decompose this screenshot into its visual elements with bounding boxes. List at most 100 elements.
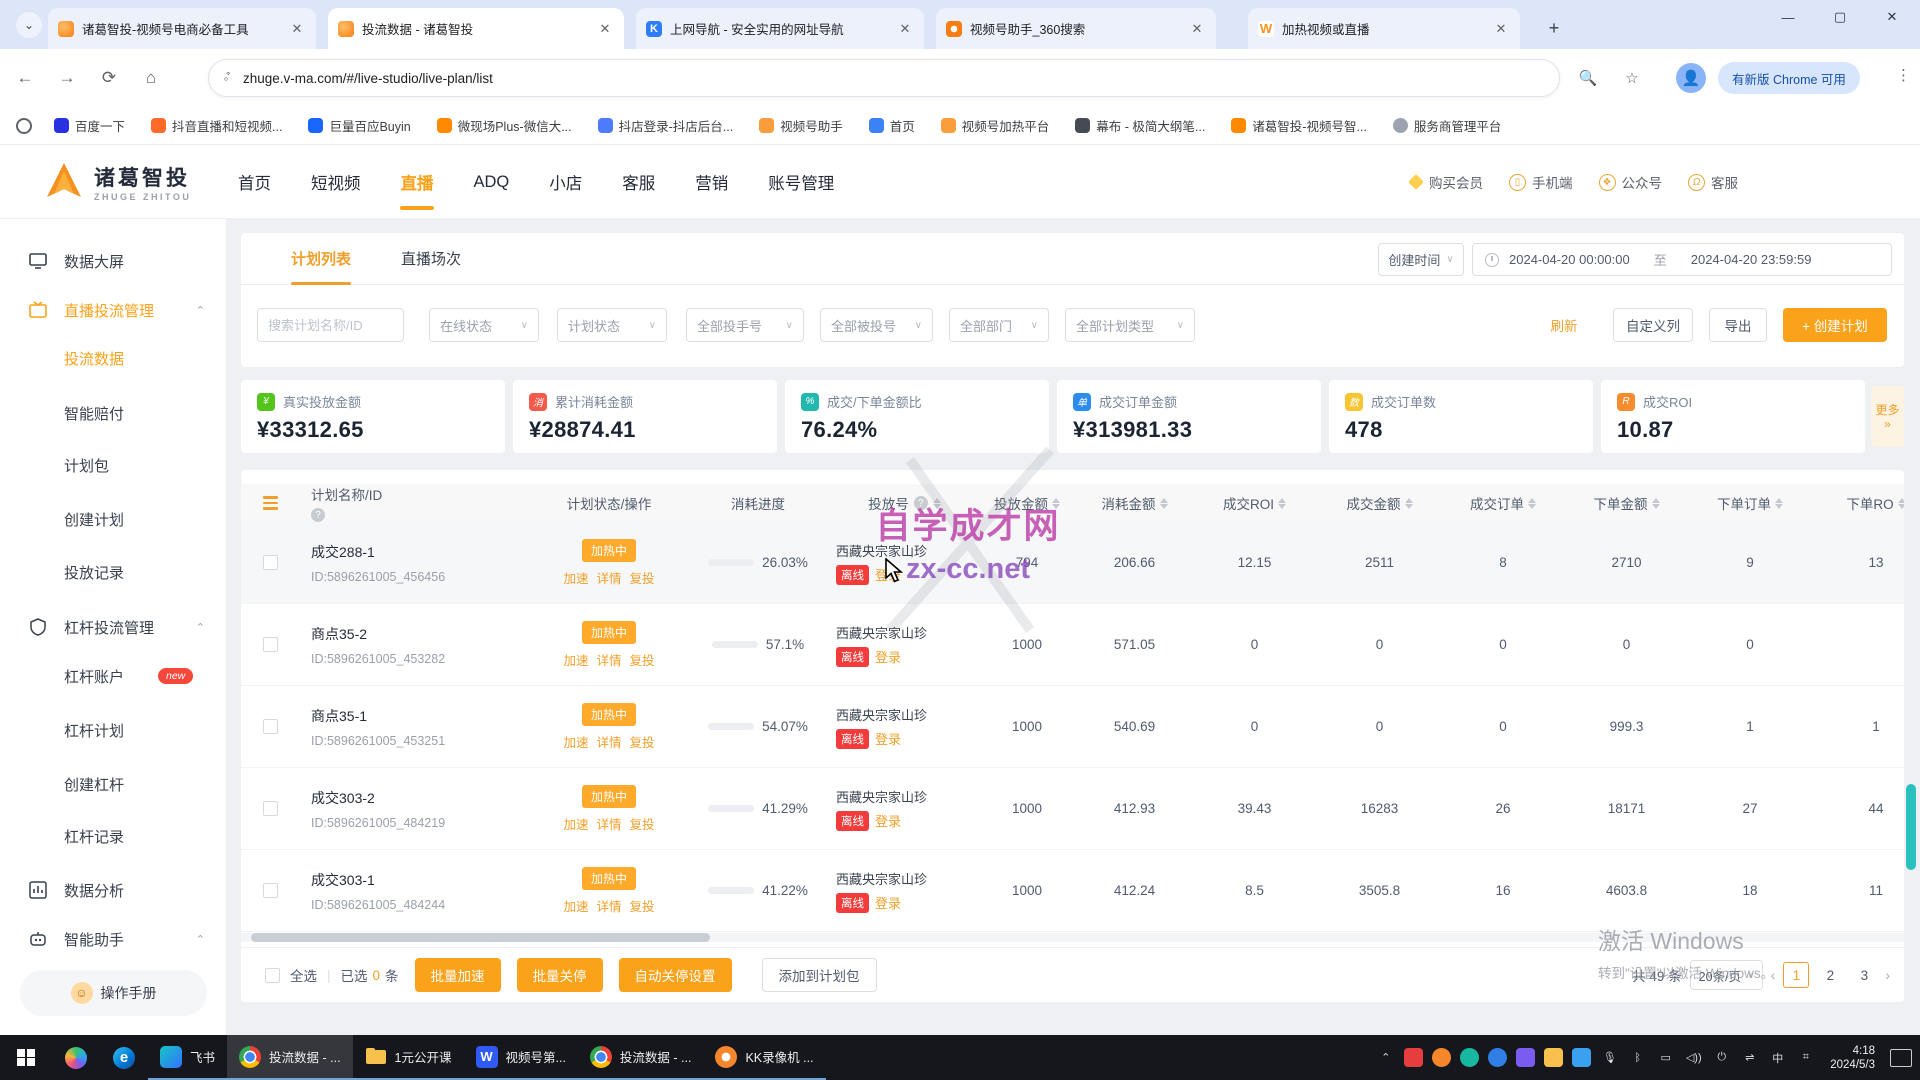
tray-app-orange-icon[interactable] [1432, 1048, 1451, 1067]
browser-tab-5[interactable]: W 加热视频或直播 ✕ [1248, 8, 1520, 49]
row-checkbox[interactable] [263, 883, 278, 898]
detail-link[interactable]: 详情 [596, 568, 621, 587]
col-cost[interactable]: 消耗金额 [1077, 493, 1192, 513]
page-1-button[interactable]: 1 [1783, 962, 1809, 988]
detail-link[interactable]: 详情 [596, 732, 621, 751]
tab-close-icon[interactable]: ✕ [896, 20, 914, 38]
accelerate-link[interactable]: 加速 [563, 814, 588, 833]
table-row[interactable]: 成交303-2ID:5896261005_484219 加热中加速详情复投 41… [241, 768, 1904, 850]
department-select[interactable]: 全部部门∨ [949, 308, 1049, 342]
horizontal-scrollbar-thumb[interactable] [251, 933, 710, 942]
table-row[interactable]: 商点35-1ID:5896261005_453251 加热中加速详情复投 54.… [241, 686, 1904, 768]
nav-service[interactable]: 客服 [620, 146, 657, 218]
chevron-up-icon[interactable]: ⌃ [196, 621, 205, 634]
add-to-package-button[interactable]: 添加到计划包 [762, 958, 877, 992]
sidebar-item-smart-compensation[interactable]: 智能赔付 [0, 393, 227, 433]
sidebar-group-smart-assistant[interactable]: 智能助手⌃ [0, 919, 227, 959]
taskbar-app-edge[interactable]: e [100, 1035, 148, 1080]
accelerate-link[interactable]: 加速 [563, 896, 588, 915]
home-icon[interactable]: ⌂ [134, 61, 168, 95]
col-plan-name[interactable]: 计划名称/ID? [299, 484, 534, 522]
nav-short-video[interactable]: 短视频 [309, 146, 363, 218]
batch-stop-button[interactable]: 批量关停 [517, 958, 603, 992]
table-row[interactable]: 商点35-2ID:5896261005_453282 加热中加速详情复投 57.… [241, 604, 1904, 686]
row-checkbox[interactable] [263, 719, 278, 734]
sidebar-item-data-analysis[interactable]: 数据分析 [0, 870, 227, 910]
export-button[interactable]: 导出 [1709, 308, 1767, 342]
tray-app-purple-icon[interactable] [1516, 1048, 1535, 1067]
select-all-label[interactable]: 全选 [290, 965, 317, 985]
notification-center-icon[interactable] [1890, 1049, 1912, 1067]
plan-status-select[interactable]: 计划状态∨ [557, 308, 667, 342]
taskbar-clock[interactable]: 4:18 2024/5/3 [1830, 1044, 1875, 1072]
window-close-button[interactable]: ✕ [1868, 0, 1916, 34]
sidebar-item-leverage-plan[interactable]: 杠杆计划 [0, 710, 227, 750]
login-link[interactable]: 登录 [875, 811, 901, 830]
re-invest-link[interactable]: 复投 [630, 568, 655, 587]
network-icon[interactable]: ⏻ [1712, 1048, 1731, 1067]
taskbar-window-flow-data-2[interactable]: 投流数据 - ... [578, 1035, 704, 1080]
tab-close-icon[interactable]: ✕ [596, 20, 614, 38]
bookmark-item[interactable]: 服务商管理平台 [1393, 116, 1502, 135]
tray-folder-icon[interactable] [1544, 1048, 1563, 1067]
bookmark-item[interactable]: 百度一下 [54, 116, 125, 135]
browser-tab-3[interactable]: K 上网导航 - 安全实用的网址导航 ✕ [636, 8, 924, 49]
create-plan-button[interactable]: + 创建计划 [1783, 308, 1887, 342]
volume-icon[interactable]: ◁)) [1684, 1048, 1703, 1067]
col-account[interactable]: 投放号? [832, 493, 977, 513]
usb-icon[interactable]: ⇌ [1740, 1048, 1759, 1067]
sidebar-item-plan-package[interactable]: 计划包 [0, 445, 227, 485]
chrome-update-button[interactable]: 有新版 Chrome 可用 [1718, 62, 1860, 94]
new-tab-button[interactable]: + [1540, 14, 1568, 42]
sort-icon[interactable] [1775, 498, 1783, 509]
target-account-select[interactable]: 全部被投号∨ [820, 308, 933, 342]
sort-icon[interactable] [933, 498, 941, 509]
address-bar[interactable]: ◦͒ zhuge.v-ma.com/#/live-studio/live-pla… [208, 59, 1560, 97]
taskbar-window-flow-data[interactable]: 投流数据 - ... [227, 1035, 353, 1080]
official-account-link[interactable]: ❖公众号 [1599, 172, 1663, 192]
taskbar-window-open-course[interactable]: 1元公开课 [353, 1035, 464, 1080]
customer-service-link[interactable]: Ω客服 [1688, 172, 1738, 192]
prev-page-icon[interactable]: ‹ [1771, 967, 1776, 983]
date-range-picker[interactable]: 2024-04-20 00:00:00 至 2024-04-20 23:59:5… [1472, 243, 1892, 276]
row-checkbox[interactable] [263, 801, 278, 816]
bookmark-item[interactable]: 视频号助手 [759, 116, 843, 135]
sidebar-item-flow-data[interactable]: 投流数据 [0, 338, 227, 378]
touch-keyboard-icon[interactable]: ⌗ [1796, 1048, 1815, 1067]
tab-close-icon[interactable]: ✕ [288, 20, 306, 38]
chevron-up-icon[interactable]: ⌃ [196, 933, 205, 946]
tab-plan-list[interactable]: 计划列表 [291, 233, 351, 285]
globe-bookmark-icon[interactable] [16, 118, 32, 134]
window-maximize-button[interactable]: ▢ [1816, 0, 1864, 34]
sort-icon[interactable] [1405, 498, 1413, 509]
sort-icon[interactable] [1160, 498, 1168, 509]
browser-tab-1[interactable]: 诸葛智投-视频号电商必备工具 ✕ [48, 8, 316, 49]
tab-close-icon[interactable]: ✕ [1492, 20, 1510, 38]
bookmark-item[interactable]: 抖音直播和短视频... [151, 116, 282, 135]
sidebar-item-data-screen[interactable]: 数据大屏 [0, 241, 227, 281]
sidebar-item-create-leverage[interactable]: 创建杠杆 [0, 764, 227, 804]
nav-adq[interactable]: ADQ [472, 149, 512, 216]
accelerate-link[interactable]: 加速 [563, 650, 588, 669]
site-info-icon[interactable]: ◦͒ [209, 71, 243, 86]
bookmark-item[interactable]: 首页 [869, 116, 915, 135]
profile-avatar[interactable]: 👤 [1676, 63, 1706, 93]
col-roi[interactable]: 成交ROI [1192, 493, 1317, 513]
table-row[interactable]: 成交288-1ID:5896261005_456456 加热中加速详情复投 26… [241, 522, 1904, 604]
col-order-ro[interactable]: 下单RO [1811, 493, 1904, 513]
taskbar-window-kk-recorder[interactable]: KK录像机 ... [703, 1035, 825, 1080]
mobile-link[interactable]: ▯手机端 [1509, 172, 1573, 192]
col-deal-amount[interactable]: 成交金额 [1317, 493, 1442, 513]
bluetooth-icon[interactable]: ᛒ [1628, 1048, 1647, 1067]
sidebar-item-leverage-record[interactable]: 杠杆记录 [0, 816, 227, 856]
sort-icon[interactable] [1052, 498, 1060, 509]
bookmark-item[interactable]: 抖店登录-抖店后台... [598, 116, 734, 135]
re-invest-link[interactable]: 复投 [630, 732, 655, 751]
sidebar-item-leverage-account[interactable]: 杠杆账户new [0, 656, 227, 696]
nav-account-mgmt[interactable]: 账号管理 [766, 146, 836, 218]
tab-search-icon[interactable]: ⌄ [16, 12, 42, 38]
row-checkbox[interactable] [263, 555, 278, 570]
detail-link[interactable]: 详情 [596, 896, 621, 915]
help-icon[interactable]: ? [311, 508, 325, 522]
search-icon[interactable]: 🔍 [1576, 66, 1600, 90]
